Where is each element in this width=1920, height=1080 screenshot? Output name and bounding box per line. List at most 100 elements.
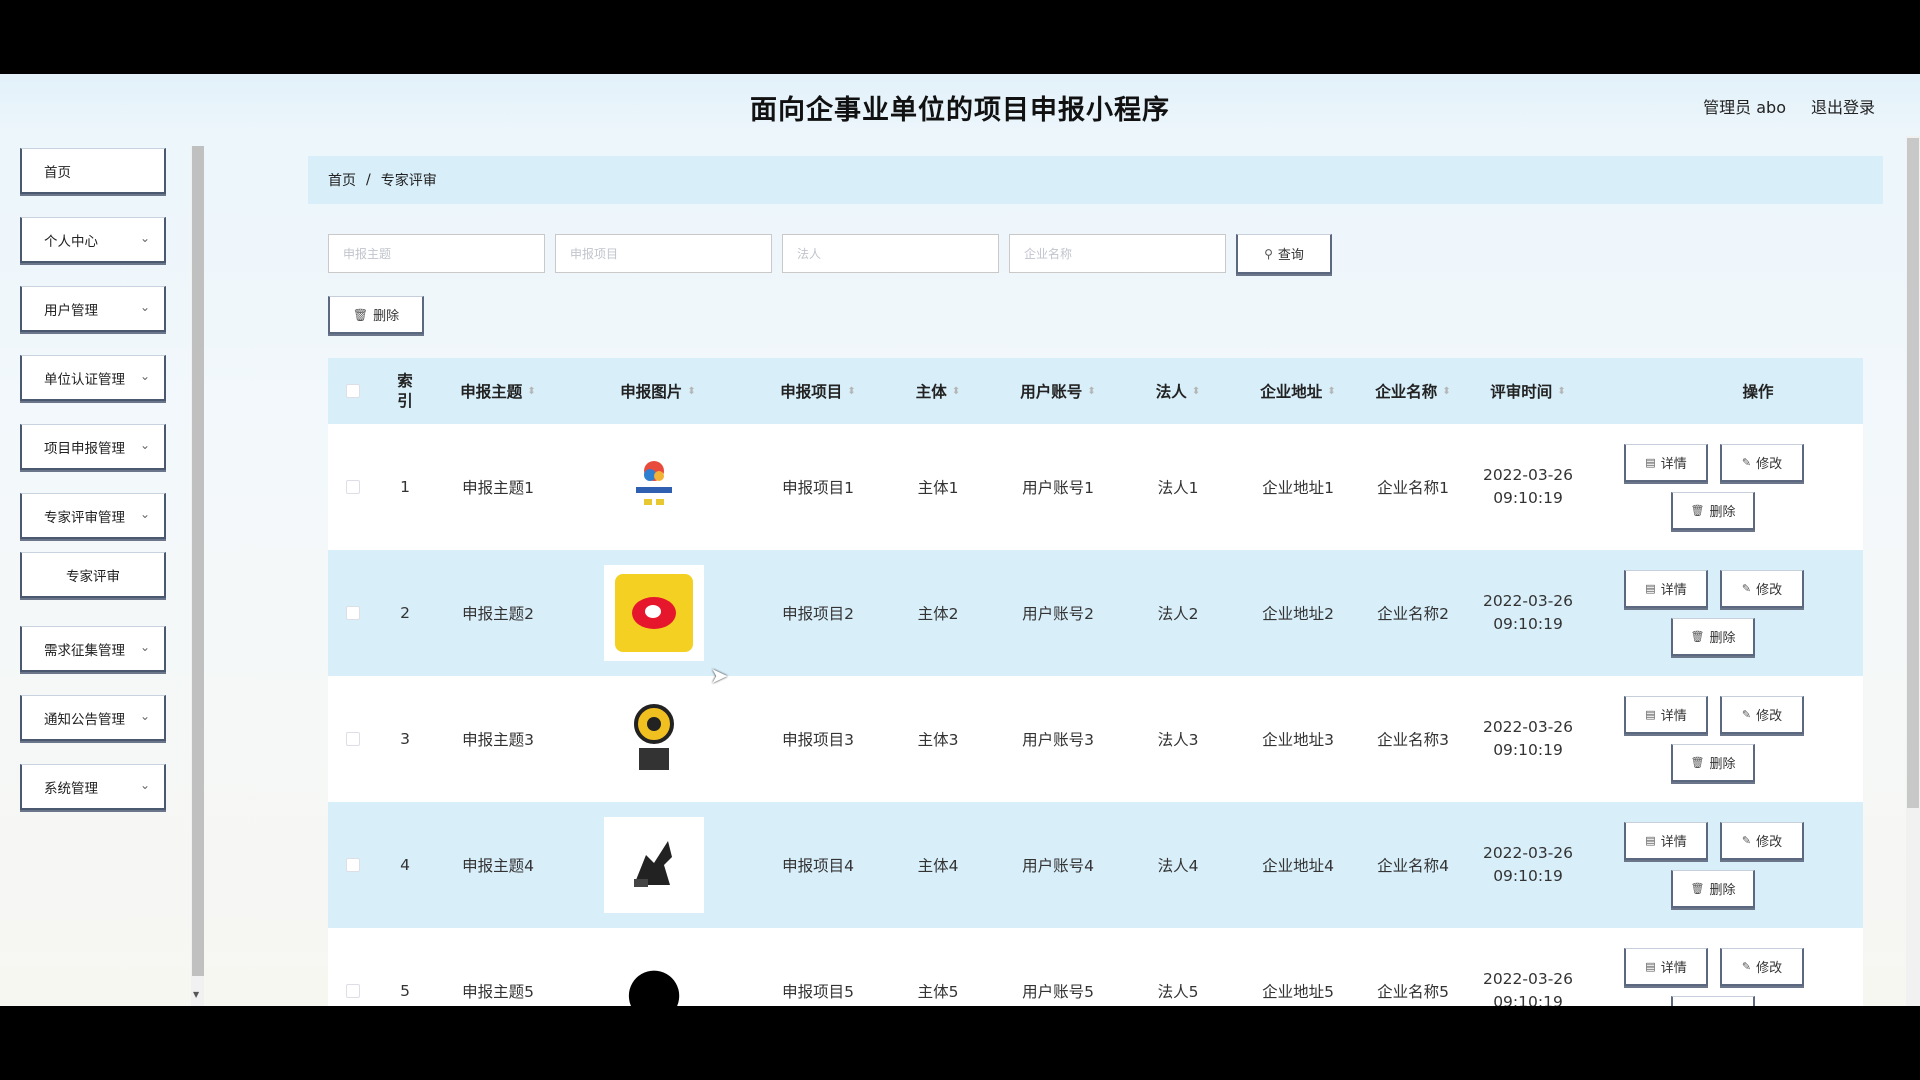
- camera-logo-image[interactable]: [604, 691, 704, 787]
- edit-label: 修改: [1756, 961, 1783, 976]
- sidebar-item-demand-collection[interactable]: 需求征集管理 ⌄: [20, 626, 166, 672]
- header-topic[interactable]: 申报主题 ⬍: [428, 358, 568, 424]
- horse-logo-image[interactable]: [604, 817, 704, 913]
- breadcrumb: 首页 / 专家评审: [308, 156, 1883, 204]
- header-company-label: 企业名称: [1375, 383, 1438, 401]
- trash-icon: 🗑: [1690, 504, 1705, 517]
- page-scrollbar-thumb[interactable]: [1907, 138, 1919, 808]
- edit-label: 修改: [1756, 709, 1783, 724]
- sort-icon[interactable]: ⬍: [952, 386, 960, 397]
- sidebar-item-unit-certification[interactable]: 单位认证管理 ⌄: [20, 355, 166, 401]
- select-all-checkbox[interactable]: [346, 384, 360, 398]
- breadcrumb-separator: /: [366, 172, 371, 188]
- sidebar-item-system-management[interactable]: 系统管理 ⌄: [20, 764, 166, 810]
- cell-date: 2022-03-26: [1482, 718, 1574, 736]
- sidebar-item-expert-review[interactable]: 专家评审: [20, 552, 166, 598]
- project-search-input[interactable]: [555, 234, 772, 273]
- chevron-down-icon: ⌄: [139, 778, 150, 792]
- cell-topic: 申报主题5: [462, 983, 534, 1001]
- detail-button[interactable]: ▤ 详情: [1624, 570, 1708, 608]
- breadcrumb-home[interactable]: 首页: [328, 170, 356, 190]
- sort-icon[interactable]: ⬍: [1087, 386, 1095, 397]
- header-account[interactable]: 用户账号 ⬍: [988, 358, 1128, 424]
- row-checkbox[interactable]: [346, 858, 360, 872]
- topic-search-input[interactable]: [328, 234, 545, 273]
- delete-label: 删除: [1709, 757, 1736, 772]
- header-time[interactable]: 评审时间 ⬍: [1468, 358, 1588, 424]
- edit-label: 修改: [1756, 835, 1783, 850]
- batch-delete-button[interactable]: 🗑 删除: [328, 296, 424, 334]
- row-checkbox[interactable]: [346, 732, 360, 746]
- chevron-down-icon: ⌄: [139, 438, 150, 452]
- scroll-down-arrow-icon[interactable]: ▼: [193, 990, 199, 999]
- sort-icon[interactable]: ⬍: [1442, 386, 1450, 397]
- pencil-icon: ✎: [1741, 708, 1752, 721]
- weibo-logo-icon: [615, 574, 693, 652]
- cell-subject: 主体3: [917, 731, 959, 749]
- sidebar-item-label: 需求征集管理: [44, 642, 125, 659]
- detail-button[interactable]: ▤ 详情: [1624, 696, 1708, 734]
- header-index[interactable]: 索引: [390, 358, 420, 424]
- seafood-logo-image[interactable]: [604, 439, 704, 535]
- detail-button[interactable]: ▤ 详情: [1624, 822, 1708, 860]
- cell-address: 企业地址4: [1262, 857, 1334, 875]
- header-legal[interactable]: 法人 ⬍: [1128, 358, 1228, 424]
- sidebar-item-label: 专家评审管理: [44, 509, 125, 526]
- sidebar-item-personal-center[interactable]: 个人中心 ⌄: [20, 217, 166, 263]
- header-company[interactable]: 企业名称 ⬍: [1358, 358, 1468, 424]
- delete-button[interactable]: 🗑删除: [1671, 492, 1755, 530]
- row-checkbox[interactable]: [346, 984, 360, 998]
- sort-icon[interactable]: ⬍: [1557, 386, 1565, 397]
- sidebar-item-project-declaration[interactable]: 项目申报管理 ⌄: [20, 424, 166, 470]
- cell-project: 申报项目2: [782, 605, 854, 623]
- cell-index: 1: [400, 478, 410, 496]
- sidebar-item-home[interactable]: 首页: [20, 148, 166, 194]
- edit-button[interactable]: ✎ 修改: [1720, 444, 1804, 482]
- chevron-down-icon: ⌄: [139, 709, 150, 723]
- sidebar-scrollbar-thumb[interactable]: [192, 146, 204, 976]
- sort-icon[interactable]: ⬍: [1192, 386, 1200, 397]
- trash-icon: 🗑: [1690, 882, 1705, 895]
- delete-button[interactable]: 🗑删除: [1671, 744, 1755, 782]
- sidebar-item-label: 项目申报管理: [44, 440, 125, 457]
- edit-button[interactable]: ✎ 修改: [1720, 822, 1804, 860]
- sidebar-item-expert-review-management[interactable]: 专家评审管理 ⌄: [20, 493, 166, 539]
- header-subject[interactable]: 主体 ⬍: [888, 358, 988, 424]
- header-address[interactable]: 企业地址 ⬍: [1228, 358, 1368, 424]
- sidebar-item-label: 首页: [44, 164, 71, 181]
- company-search-input[interactable]: [1009, 234, 1226, 273]
- header-project[interactable]: 申报项目 ⬍: [748, 358, 888, 424]
- sort-icon[interactable]: ⬍: [687, 386, 695, 397]
- delete-button[interactable]: 🗑删除: [1671, 870, 1755, 908]
- sort-icon[interactable]: ⬍: [847, 386, 855, 397]
- cell-project: 申报项目1: [782, 479, 854, 497]
- cell-legal: 法人5: [1157, 983, 1199, 1001]
- query-button[interactable]: ⚲ 查询: [1236, 234, 1332, 274]
- sort-icon[interactable]: ⬍: [527, 386, 535, 397]
- detail-button[interactable]: ▤ 详情: [1624, 444, 1708, 482]
- row-checkbox[interactable]: [346, 606, 360, 620]
- chevron-down-icon: ⌄: [139, 300, 150, 314]
- row-checkbox[interactable]: [346, 480, 360, 494]
- cell-topic: 申报主题2: [462, 605, 534, 623]
- weibo-logo-image[interactable]: [604, 565, 704, 661]
- cell-date: 2022-03-26: [1482, 844, 1574, 862]
- sort-icon[interactable]: ⬍: [1327, 386, 1335, 397]
- edit-button[interactable]: ✎ 修改: [1720, 948, 1804, 986]
- edit-button[interactable]: ✎ 修改: [1720, 696, 1804, 734]
- delete-button[interactable]: 🗑删除: [1671, 996, 1755, 1006]
- legal-search-input[interactable]: [782, 234, 999, 273]
- edit-button[interactable]: ✎ 修改: [1720, 570, 1804, 608]
- cell-date: 2022-03-26: [1482, 466, 1574, 484]
- apple-logo-image[interactable]: ●: [604, 943, 704, 1006]
- sidebar-item-label: 系统管理: [44, 780, 98, 797]
- sidebar-item-user-management[interactable]: 用户管理 ⌄: [20, 286, 166, 332]
- cell-address: 企业地址2: [1262, 605, 1334, 623]
- sidebar-item-notice-management[interactable]: 通知公告管理 ⌄: [20, 695, 166, 741]
- logout-link[interactable]: 退出登录: [1811, 94, 1875, 118]
- chevron-down-icon: ⌄: [139, 369, 150, 383]
- header-image[interactable]: 申报图片 ⬍: [588, 358, 728, 424]
- breadcrumb-current: 专家评审: [380, 173, 437, 189]
- detail-button[interactable]: ▤ 详情: [1624, 948, 1708, 986]
- delete-button[interactable]: 🗑删除: [1671, 618, 1755, 656]
